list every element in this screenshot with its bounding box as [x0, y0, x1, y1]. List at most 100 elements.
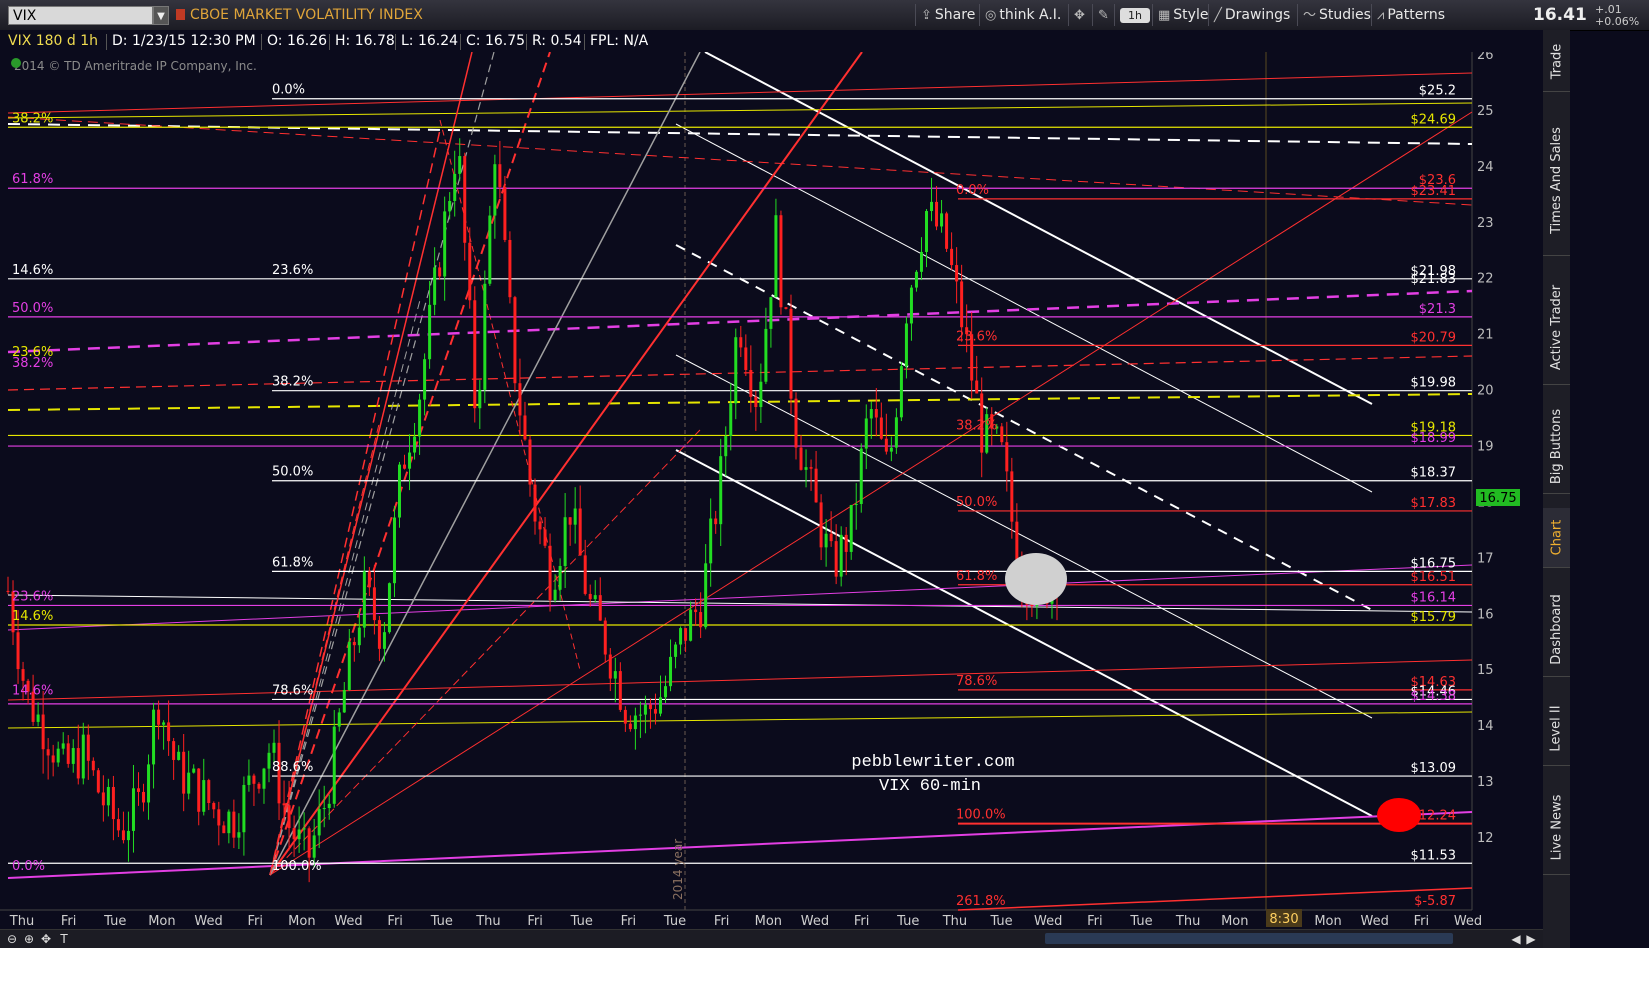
symbol-dropdown-icon[interactable]: ▼ [153, 6, 169, 25]
style-button[interactable]: ▦ Style [1152, 4, 1213, 26]
candle-body [367, 571, 371, 588]
text-tool-button[interactable]: T [56, 931, 72, 947]
candle-body [147, 764, 151, 803]
candle-body [809, 467, 813, 469]
y-tick-label: 23 [1477, 216, 1494, 231]
candle-body [769, 297, 773, 329]
bar-range: R: 0.54 [532, 33, 582, 49]
x-tick-label: Tue [896, 914, 919, 929]
fib-percent-label: 14.6% [12, 263, 53, 278]
candle-body [1005, 442, 1009, 472]
candle-body [844, 534, 848, 552]
candle-body [779, 215, 783, 308]
price-chart[interactable]: 121314151617181920212223242526 $25.2$24.… [0, 52, 1543, 929]
zoom-in-button[interactable]: ⊕ [21, 931, 37, 947]
price-level-label: $19.98 [1411, 376, 1457, 391]
candle-body [764, 328, 768, 382]
y-tick-label: 22 [1477, 272, 1494, 287]
candle-body [548, 545, 552, 601]
fib-percent-label: 50.0% [956, 495, 997, 510]
side-tab-live-news[interactable]: Live News [1543, 780, 1570, 875]
candle-body [829, 533, 833, 542]
x-tick-label: Wed [194, 914, 222, 929]
fib-percent-label: 78.6% [272, 683, 313, 698]
candle-body [377, 620, 381, 649]
candle-body [157, 709, 161, 725]
candle-body [473, 300, 477, 409]
candle-body [603, 620, 607, 655]
scroll-right-button[interactable]: ▶ [1523, 931, 1539, 947]
candle-body [834, 541, 838, 577]
candle-body [598, 595, 602, 621]
candle-body [729, 403, 733, 436]
share-button[interactable]: ⇪ Share [915, 4, 980, 26]
candle-body [413, 436, 417, 453]
top-toolbar: VIX ▼ CBOE MARKET VOLATILITY INDEX ⇪ Shar… [0, 0, 1649, 31]
study-name[interactable]: VIX 180 d 1h [8, 33, 98, 49]
candle-body [724, 435, 728, 457]
candle-body [101, 792, 105, 806]
symbol-input[interactable]: VIX [8, 6, 153, 25]
fib-percent-label: 38.2% [12, 356, 53, 371]
side-tab-label: Dashboard [1549, 593, 1564, 665]
side-tab-trade[interactable]: Trade [1543, 32, 1570, 92]
last-price: 16.41 [1533, 5, 1587, 25]
candle-body [207, 780, 211, 804]
candle-body [187, 772, 191, 794]
patterns-button[interactable]: ⩘ Patterns [1371, 4, 1450, 26]
candle-body [774, 215, 778, 298]
candle-body [513, 297, 517, 384]
fib-percent-label: 23.6% [956, 329, 997, 344]
side-tab-label: Live News [1549, 794, 1564, 860]
fib-percent-label: 14.6% [12, 683, 53, 698]
side-tab-big-buttons[interactable]: Big Buttons [1543, 399, 1570, 494]
pan-button[interactable]: ✥ [38, 931, 54, 947]
candle-body [894, 417, 898, 448]
y-tick-label: 19 [1477, 440, 1494, 455]
style-icon: ▦ [1158, 8, 1171, 23]
candle-body [71, 748, 75, 764]
drawing-tool-button[interactable]: ✥ [1068, 4, 1093, 26]
candle-body [879, 417, 883, 439]
candle-body [699, 612, 703, 628]
candle-body [61, 743, 65, 749]
zoom-out-button[interactable]: ⊖ [4, 931, 20, 947]
candle-body [136, 788, 140, 792]
zoom-out-icon: ⊖ [6, 932, 18, 946]
candle-body [217, 809, 221, 826]
candle-body [312, 835, 316, 858]
candle-body [719, 456, 723, 525]
side-tab-chart[interactable]: Chart [1543, 508, 1570, 568]
price-level-label: $16.14 [1411, 590, 1457, 605]
interval-button[interactable]: 1h [1114, 4, 1155, 26]
candle-body [262, 768, 266, 789]
side-tab-dashboard[interactable]: Dashboard [1543, 582, 1570, 677]
divider [395, 34, 396, 50]
drawings-button[interactable]: ╱ Drawings [1208, 4, 1295, 26]
think-ai-button[interactable]: ◎ think A.I. [979, 4, 1066, 26]
candle-body [21, 669, 25, 681]
candle-body [960, 281, 964, 328]
x-tick-label: Fri [387, 914, 403, 929]
scroll-left-button[interactable]: ◀ [1508, 931, 1524, 947]
candle-body [864, 418, 868, 449]
divider [526, 34, 527, 50]
x-tick-label: Mon [1221, 914, 1248, 929]
candle-body [628, 723, 632, 730]
side-tab-times-and-sales[interactable]: Times And Sales [1543, 106, 1570, 256]
horizontal-scrollbar[interactable] [1045, 933, 1453, 944]
candle-body [498, 164, 502, 188]
fib-percent-label: 61.8% [956, 569, 997, 584]
candle-body [643, 704, 647, 715]
x-tick-label: Wed [1034, 914, 1062, 929]
candle-body [593, 595, 597, 600]
price-level-label: $20.79 [1411, 330, 1457, 345]
side-tab-active-trader[interactable]: Active Trader [1543, 270, 1570, 385]
fib-percent-label: 38.2% [956, 418, 997, 433]
candle-body [523, 415, 527, 440]
studies-button[interactable]: 〜 Studies [1297, 4, 1376, 26]
candle-body [618, 671, 622, 710]
side-tab-level-ii[interactable]: Level II [1543, 691, 1570, 766]
fib-percent-label: 78.6% [956, 674, 997, 689]
price-axis[interactable]: 121314151617181920212223242526 [1477, 52, 1494, 846]
